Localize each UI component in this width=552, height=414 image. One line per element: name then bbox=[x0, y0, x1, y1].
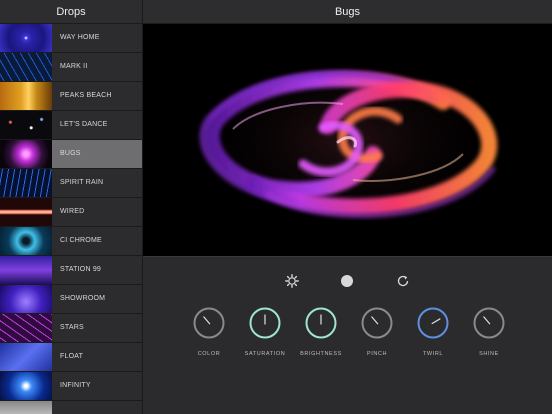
knob-label: PINCH bbox=[366, 351, 388, 357]
knob-twirl[interactable] bbox=[416, 306, 450, 340]
knob-label: BRIGHTNESS bbox=[300, 351, 342, 357]
sidebar-item-infinity[interactable]: INFINITY bbox=[0, 372, 142, 401]
knob-label: TWIRL bbox=[422, 351, 444, 357]
sidebar-item-label: FLOAT bbox=[60, 353, 84, 360]
sidebar-item-label: MARK II bbox=[60, 63, 88, 70]
sidebar-item-bugs[interactable]: BUGS bbox=[0, 140, 142, 169]
sidebar-item-mark[interactable]: MARK II bbox=[0, 53, 142, 82]
page-title: Bugs bbox=[143, 0, 552, 24]
drop-thumbnail bbox=[0, 285, 52, 313]
sidebar-item-label: CI CHROME bbox=[60, 237, 102, 244]
sidebar-item-wired[interactable]: WIRED bbox=[0, 198, 142, 227]
knob-shine[interactable] bbox=[472, 306, 506, 340]
bugs-swirl-visual bbox=[143, 24, 552, 256]
sidebar-item-peaks[interactable]: PEAKS BEACH bbox=[0, 82, 142, 111]
sidebar-item-spirit[interactable]: SPIRIT RAIN bbox=[0, 169, 142, 198]
sidebar-item-label: SPIRIT RAIN bbox=[60, 179, 104, 186]
sidebar-item-label: SHOWROOM bbox=[60, 295, 106, 302]
sidebar-item-wayhome[interactable]: WAY HOME bbox=[0, 24, 142, 53]
drop-thumbnail bbox=[0, 198, 52, 226]
drop-thumbnail bbox=[0, 256, 52, 284]
sidebar-item-dance[interactable]: LET'S DANCE bbox=[0, 111, 142, 140]
knob-brightness[interactable] bbox=[304, 306, 338, 340]
record-dot-icon[interactable] bbox=[338, 272, 356, 290]
drop-thumbnail bbox=[0, 82, 52, 110]
sidebar-item-label: LET'S DANCE bbox=[60, 121, 108, 128]
sidebar-item-label: BUGS bbox=[60, 150, 81, 157]
sidebar-item-label: WIRED bbox=[60, 208, 85, 215]
drop-thumbnail bbox=[0, 372, 52, 400]
knob-label: SHINE bbox=[479, 351, 499, 357]
sidebar-item-label: STATION 99 bbox=[60, 266, 102, 273]
sidebar-item-showroom[interactable]: SHOWROOM bbox=[0, 285, 142, 314]
sidebar-item-label: STARS bbox=[60, 324, 84, 331]
drop-thumbnail bbox=[0, 140, 52, 168]
drop-thumbnail bbox=[0, 343, 52, 371]
drop-thumbnail bbox=[0, 227, 52, 255]
reset-icon[interactable] bbox=[394, 272, 412, 290]
controls-panel: COLOR SATURATION BRIGHTNESS PINCH TWIRL SHINE bbox=[143, 256, 552, 414]
drop-thumbnail bbox=[0, 314, 52, 342]
drop-thumbnail bbox=[0, 169, 52, 197]
drop-thumbnail bbox=[0, 401, 52, 414]
sidebar-title: Drops bbox=[0, 0, 142, 24]
preview-canvas[interactable] bbox=[143, 24, 552, 256]
drops-list: WAY HOME MARK II PEAKS BEACH LET'S DANCE BUG… bbox=[0, 24, 142, 414]
gear-icon[interactable] bbox=[283, 272, 301, 290]
knob-label: COLOR bbox=[197, 351, 221, 357]
sidebar-item-chrome[interactable]: CI CHROME bbox=[0, 227, 142, 256]
sidebar-item-stars[interactable]: STARS bbox=[0, 314, 142, 343]
knob-pinch[interactable] bbox=[360, 306, 394, 340]
sidebar-item-station[interactable]: STATION 99 bbox=[0, 256, 142, 285]
drop-thumbnail bbox=[0, 53, 52, 81]
knob-saturation[interactable] bbox=[248, 306, 282, 340]
sidebar-item-label: PEAKS BEACH bbox=[60, 92, 112, 99]
sidebar: Drops WAY HOME MARK II PEAKS BEACH LET'S DA… bbox=[0, 0, 143, 414]
sidebar-item-label: WAY HOME bbox=[60, 34, 100, 41]
sidebar-item-float[interactable]: FLOAT bbox=[0, 343, 142, 372]
sidebar-item-extra[interactable] bbox=[0, 401, 142, 414]
drop-thumbnail bbox=[0, 24, 52, 52]
knob-color[interactable] bbox=[192, 306, 226, 340]
sidebar-item-label: INFINITY bbox=[60, 382, 91, 389]
drop-thumbnail bbox=[0, 111, 52, 139]
knob-label: SATURATION bbox=[244, 351, 286, 357]
